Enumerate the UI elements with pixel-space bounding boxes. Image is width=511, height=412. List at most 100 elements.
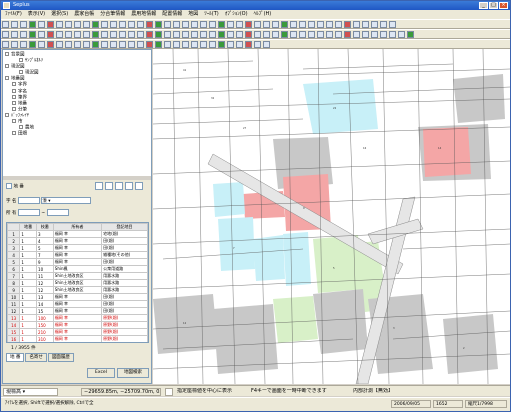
toolbar-button-icon[interactable] bbox=[119, 41, 126, 48]
toolbar-button-icon[interactable] bbox=[209, 31, 216, 38]
table-row[interactable]: 8 1 12 Shin土地改良区 用悪水路 bbox=[7, 279, 148, 287]
close-button[interactable]: × bbox=[499, 2, 508, 9]
table-row[interactable]: 15 1 210 福岡 幸原野(畑) bbox=[7, 328, 148, 336]
menu-item[interactable]: 農家台帳 bbox=[74, 10, 94, 19]
layer-select[interactable]: 現標高 ▾ bbox=[3, 388, 58, 396]
toolbar-button-icon[interactable] bbox=[407, 31, 414, 38]
toolbar-button-icon[interactable] bbox=[191, 31, 198, 38]
search-checkbox-row[interactable]: 地 番 bbox=[6, 183, 24, 190]
toolbar-button-icon[interactable] bbox=[137, 41, 144, 48]
toolbar-button-icon[interactable] bbox=[119, 21, 126, 28]
toolbar-button-icon[interactable] bbox=[146, 41, 153, 48]
toolbar-button-icon[interactable] bbox=[47, 21, 54, 28]
toolbar-button-icon[interactable] bbox=[137, 21, 144, 28]
column-header[interactable] bbox=[7, 223, 21, 231]
toolbar-button-icon[interactable] bbox=[335, 21, 342, 28]
toolbar-button-icon[interactable] bbox=[29, 21, 36, 28]
toolbar-button-icon[interactable] bbox=[29, 31, 36, 38]
toolbar-button-icon[interactable] bbox=[173, 41, 180, 48]
toolbar-button-icon[interactable] bbox=[236, 31, 243, 38]
menu-item[interactable]: 農用地情報 bbox=[131, 10, 156, 19]
menu-item[interactable]: ﾍﾙﾌﾟ(H) bbox=[254, 10, 272, 19]
toolbar-button-icon[interactable] bbox=[182, 41, 189, 48]
toolbar-button-icon[interactable] bbox=[254, 21, 261, 28]
toolbar-button-icon[interactable] bbox=[371, 21, 378, 28]
toolbar-button-icon[interactable] bbox=[245, 41, 252, 48]
toolbar-button-icon[interactable] bbox=[389, 21, 396, 28]
toolbar-button-icon[interactable] bbox=[344, 31, 351, 38]
toolbar-button-icon[interactable] bbox=[164, 31, 171, 38]
table-row[interactable]: 6 1 10 Shin楓 公衆用道路 bbox=[7, 265, 148, 273]
field1-code[interactable] bbox=[17, 197, 40, 204]
toolbar-button-icon[interactable] bbox=[281, 21, 288, 28]
field3-input[interactable] bbox=[46, 209, 69, 216]
toolbar-button-icon[interactable] bbox=[128, 21, 135, 28]
toolbar-button-icon[interactable] bbox=[272, 31, 279, 38]
toolbar-button-icon[interactable] bbox=[65, 41, 72, 48]
toolbar-button-icon[interactable] bbox=[299, 21, 306, 28]
toolbar-button-icon[interactable] bbox=[146, 31, 153, 38]
toolbar-button-icon[interactable] bbox=[11, 41, 18, 48]
toolbar-button-icon[interactable] bbox=[20, 41, 27, 48]
toolbar-button-icon[interactable] bbox=[38, 41, 45, 48]
toolbar-button-icon[interactable] bbox=[272, 21, 279, 28]
toolbar-button-icon[interactable] bbox=[164, 41, 171, 48]
table-row[interactable]: 3 1 5 福岡 幸田(畑) bbox=[7, 244, 148, 252]
toolbar-button-icon[interactable] bbox=[173, 31, 180, 38]
toolbar-button-icon[interactable] bbox=[245, 31, 252, 38]
table-row[interactable]: 7 1 11 Shin土地改良区 用悪水路 bbox=[7, 272, 148, 280]
toolbar-button-icon[interactable] bbox=[65, 21, 72, 28]
menu-item[interactable]: 分合筆情報 bbox=[100, 10, 125, 19]
table-row[interactable]: 5 1 9 福岡 幸田(畑) bbox=[7, 258, 148, 266]
panel-tab[interactable]: 名寄せ bbox=[25, 353, 47, 362]
toolbar-button-icon[interactable] bbox=[164, 21, 171, 28]
toolbar-button-icon[interactable] bbox=[263, 21, 270, 28]
minimize-button[interactable]: _ bbox=[479, 2, 488, 9]
tool-save-icon[interactable] bbox=[115, 182, 123, 190]
toolbar-button-icon[interactable] bbox=[83, 21, 90, 28]
menu-item[interactable]: 表示(V) bbox=[28, 10, 45, 19]
toolbar-button-icon[interactable] bbox=[236, 21, 243, 28]
center-checkbox[interactable] bbox=[165, 388, 173, 396]
column-header[interactable]: 所有者 bbox=[52, 223, 103, 231]
toolbar-button-icon[interactable] bbox=[47, 31, 54, 38]
panel-tab[interactable]: 図面履歴 bbox=[47, 353, 74, 362]
toolbar-button-icon[interactable] bbox=[38, 31, 45, 38]
toolbar-button-icon[interactable] bbox=[56, 41, 63, 48]
toolbar-button-icon[interactable] bbox=[209, 21, 216, 28]
toolbar-button-icon[interactable] bbox=[92, 21, 99, 28]
toolbar-button-icon[interactable] bbox=[209, 41, 216, 48]
toolbar-button-icon[interactable] bbox=[110, 31, 117, 38]
toolbar-button-icon[interactable] bbox=[380, 31, 387, 38]
toolbar-button-icon[interactable] bbox=[74, 31, 81, 38]
menu-item[interactable]: 配置情報 bbox=[162, 10, 182, 19]
toolbar-button-icon[interactable] bbox=[83, 31, 90, 38]
toolbar-button-icon[interactable] bbox=[290, 21, 297, 28]
tool-copy-icon[interactable] bbox=[105, 182, 113, 190]
toolbar-button-icon[interactable] bbox=[263, 41, 270, 48]
toolbar-button-icon[interactable] bbox=[155, 31, 162, 38]
layer-tree[interactable]: 背景図 ｻﾝﾌﾟﾙｵﾙｿ 現況図 現況図 地番図 字界 字名 筆界 地番 分筆 ﾊﾞｯﾌｧﾚｲﾔ市農… bbox=[3, 50, 151, 175]
toolbar-button-icon[interactable] bbox=[191, 21, 198, 28]
toolbar-button-icon[interactable] bbox=[11, 21, 18, 28]
toolbar-button-icon[interactable] bbox=[227, 21, 234, 28]
map-canvas[interactable]: 41 32 27 22 16 14 975 3 12 2 bbox=[153, 49, 510, 384]
tool-help-icon[interactable] bbox=[135, 182, 143, 190]
toolbar-button-icon[interactable] bbox=[281, 31, 288, 38]
toolbar-button-icon[interactable] bbox=[92, 41, 99, 48]
toolbar-button-icon[interactable] bbox=[218, 31, 225, 38]
toolbar-button-icon[interactable] bbox=[389, 31, 396, 38]
toolbar-button-icon[interactable] bbox=[173, 21, 180, 28]
column-header[interactable]: 登記地目 bbox=[101, 223, 148, 231]
excel-button[interactable]: Excel bbox=[87, 368, 115, 378]
toolbar-button-icon[interactable] bbox=[2, 41, 9, 48]
toolbar-button-icon[interactable] bbox=[137, 31, 144, 38]
toolbar-button-icon[interactable] bbox=[362, 31, 369, 38]
table-row[interactable]: 12 1 15 福岡 幸田(畑) bbox=[7, 307, 148, 315]
toolbar-button-icon[interactable] bbox=[254, 31, 261, 38]
toolbar-button-icon[interactable] bbox=[101, 21, 108, 28]
toolbar-button-icon[interactable] bbox=[74, 41, 81, 48]
toolbar-button-icon[interactable] bbox=[101, 31, 108, 38]
toolbar-button-icon[interactable] bbox=[155, 21, 162, 28]
toolbar-button-icon[interactable] bbox=[65, 31, 72, 38]
